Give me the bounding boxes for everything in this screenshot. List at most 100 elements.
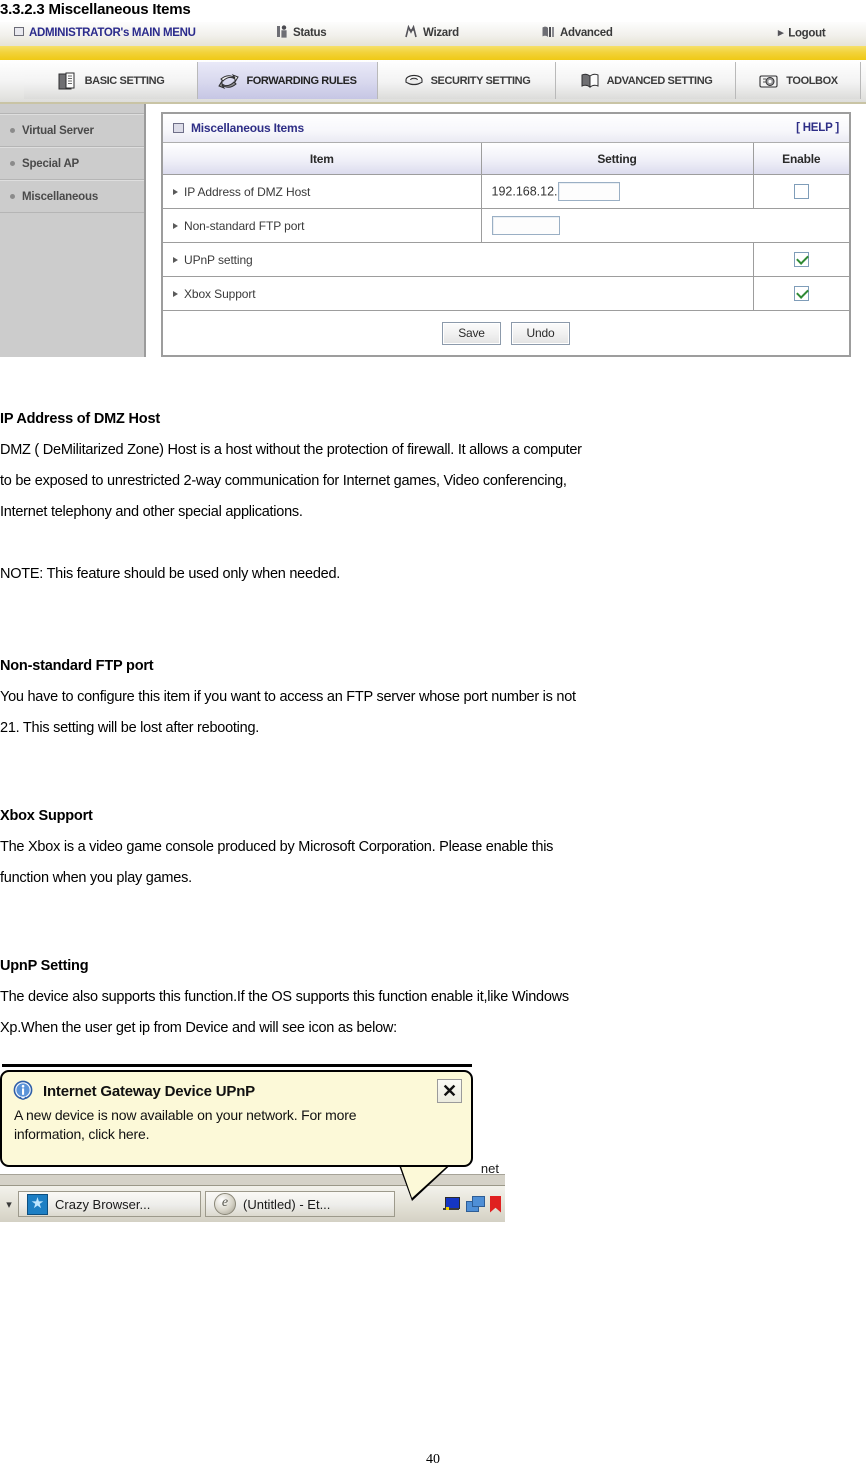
column-header-item: Item bbox=[163, 143, 481, 175]
sidebar-item-virtual-server-label: Virtual Server bbox=[22, 125, 94, 137]
section-line: 21. This setting will be lost after rebo… bbox=[0, 713, 866, 744]
column-header-setting: Setting bbox=[481, 143, 753, 175]
row-label-text: UPnP setting bbox=[184, 253, 253, 267]
internet-explorer-icon bbox=[214, 1193, 236, 1215]
column-header-enable: Enable bbox=[753, 143, 849, 175]
nav-logout[interactable]: ▸ Logout bbox=[778, 25, 825, 43]
row-enable-dmz-host bbox=[753, 175, 849, 209]
tab-toolbox[interactable]: TOOLBOX bbox=[736, 62, 861, 99]
router-tab-bar: BASIC SETTING FORWARDING RULES SECURITY … bbox=[0, 60, 866, 104]
row-label-xbox: Xbox Support bbox=[163, 277, 753, 311]
tab-forwarding-rules[interactable]: FORWARDING RULES bbox=[198, 62, 378, 99]
taskbar-button-crazy-browser[interactable]: Crazy Browser... bbox=[18, 1191, 201, 1217]
bullet-icon bbox=[10, 194, 15, 199]
nav-logout-label: Logout bbox=[788, 28, 825, 40]
nav-main-menu[interactable]: ADMINISTRATOR's MAIN MENU bbox=[14, 25, 196, 42]
panel-button-row: Save Undo bbox=[163, 311, 849, 355]
section-line: to be exposed to unrestricted 2-way comm… bbox=[0, 466, 866, 497]
table-row: IP Address of DMZ Host 192.168.12. bbox=[163, 175, 849, 209]
row-setting-dmz-host: 192.168.12. bbox=[481, 175, 753, 209]
nav-wizard-label: Wizard bbox=[423, 27, 459, 39]
red-flag-icon[interactable] bbox=[490, 1196, 501, 1213]
row-setting-ftp-port bbox=[481, 209, 849, 243]
sidebar-item-virtual-server[interactable]: Virtual Server bbox=[0, 114, 144, 147]
help-link[interactable]: [ HELP ] bbox=[796, 122, 839, 134]
row-label-ftp-port: Non-standard FTP port bbox=[163, 209, 481, 243]
balloon-header: Internet Gateway Device UPnP ✕ bbox=[2, 1072, 471, 1103]
upnp-balloon-tooltip[interactable]: Internet Gateway Device UPnP ✕ A new dev… bbox=[0, 1070, 473, 1167]
row-label-text: Xbox Support bbox=[184, 287, 256, 301]
undo-button[interactable]: Undo bbox=[511, 322, 570, 345]
sidebar-item-miscellaneous[interactable]: Miscellaneous bbox=[0, 180, 144, 213]
section-ftp-port: Non-standard FTP port You have to config… bbox=[0, 651, 866, 744]
network-connections-icon[interactable] bbox=[466, 1196, 485, 1213]
router-content-area: Virtual Server Special AP Miscellaneous … bbox=[0, 104, 866, 362]
table-row: UPnP setting bbox=[163, 243, 849, 277]
section-heading: IP Address of DMZ Host bbox=[0, 404, 866, 435]
windows-upnp-notification-screenshot: net Internet Gateway Device UPnP ✕ A new… bbox=[0, 1062, 505, 1237]
tab-advanced-setting[interactable]: ADVANCED SETTING bbox=[556, 62, 736, 99]
section-heading: UpnP Setting bbox=[0, 951, 866, 982]
crazy-browser-icon bbox=[27, 1194, 48, 1215]
settings-table: Item Setting Enable IP Address of DMZ Ho… bbox=[163, 143, 849, 311]
dmz-host-enable-checkbox[interactable] bbox=[794, 184, 809, 199]
section-heading: Non-standard FTP port bbox=[0, 651, 866, 682]
save-button[interactable]: Save bbox=[442, 322, 501, 345]
nav-status[interactable]: Status bbox=[277, 25, 326, 42]
ftp-port-input[interactable] bbox=[492, 216, 560, 235]
taskbar-button-label: (Untitled) - Et... bbox=[243, 1197, 330, 1212]
section-line: You have to configure this item if you w… bbox=[0, 682, 866, 713]
section-note: NOTE: This feature should be used only w… bbox=[0, 559, 866, 590]
row-enable-upnp bbox=[753, 243, 849, 277]
section-line: The Xbox is a video game console produce… bbox=[0, 832, 866, 863]
person-icon bbox=[277, 25, 289, 38]
window-top-border bbox=[2, 1064, 472, 1067]
arrow-bullet-icon bbox=[173, 291, 178, 297]
section-line: Internet telephony and other special app… bbox=[0, 497, 866, 528]
table-header-row: Item Setting Enable bbox=[163, 143, 849, 175]
page-title: 3.3.2.3 Miscellaneous Items bbox=[0, 0, 191, 20]
arrow-bullet-icon bbox=[173, 189, 178, 195]
router-sidebar: Virtual Server Special AP Miscellaneous bbox=[0, 104, 146, 357]
chevron-right-icon: ▸ bbox=[778, 25, 783, 42]
arrow-bullet-icon bbox=[173, 223, 178, 229]
taskbar-button-label: Crazy Browser... bbox=[55, 1197, 150, 1212]
balloon-title: Internet Gateway Device UPnP bbox=[43, 1083, 255, 1100]
sidebar-item-special-ap[interactable]: Special AP bbox=[0, 147, 144, 180]
tab-basic-setting[interactable]: BASIC SETTING bbox=[24, 62, 198, 99]
upnp-enable-checkbox[interactable] bbox=[794, 252, 809, 267]
open-book-icon bbox=[579, 71, 601, 91]
tab-forwarding-rules-label: FORWARDING RULES bbox=[246, 75, 356, 87]
balloon-body-line: A new device is now available on your ne… bbox=[14, 1106, 457, 1125]
taskbar-button-untitled[interactable]: (Untitled) - Et... bbox=[205, 1191, 395, 1217]
dmz-host-input[interactable] bbox=[558, 182, 620, 201]
section-xbox-support: Xbox Support The Xbox is a video game co… bbox=[0, 801, 866, 894]
bullet-icon bbox=[10, 161, 15, 166]
nav-main-menu-label: ADMINISTRATOR's MAIN MENU bbox=[29, 27, 196, 39]
taskbar-scroll-arrow-icon[interactable]: ▾ bbox=[4, 1198, 14, 1211]
panel-header: Miscellaneous Items [ HELP ] bbox=[163, 114, 849, 143]
nav-status-label: Status bbox=[293, 27, 326, 39]
navbar-accent-stripe bbox=[0, 46, 866, 60]
router-top-navbar: ADMINISTRATOR's MAIN MENU Status Wizard … bbox=[0, 22, 866, 47]
documents-icon bbox=[57, 71, 79, 91]
arrow-bullet-icon bbox=[173, 257, 178, 263]
tab-advanced-setting-label: ADVANCED SETTING bbox=[607, 75, 713, 87]
tab-basic-setting-label: BASIC SETTING bbox=[85, 75, 165, 87]
section-upnp-setting: UpnP Setting The device also supports th… bbox=[0, 951, 866, 1044]
info-icon bbox=[12, 1080, 34, 1102]
row-label-upnp: UPnP setting bbox=[163, 243, 753, 277]
section-line: DMZ ( DeMilitarized Zone) Host is a host… bbox=[0, 435, 866, 466]
close-icon[interactable]: ✕ bbox=[437, 1079, 462, 1103]
book-icon bbox=[541, 25, 556, 38]
table-row: Non-standard FTP port bbox=[163, 209, 849, 243]
nav-advanced[interactable]: Advanced bbox=[541, 25, 613, 42]
bullet-icon bbox=[10, 128, 15, 133]
section-line: The device also supports this function.I… bbox=[0, 982, 866, 1013]
tab-security-setting-label: SECURITY SETTING bbox=[431, 75, 531, 87]
tab-security-setting[interactable]: SECURITY SETTING bbox=[378, 62, 556, 99]
nav-wizard[interactable]: Wizard bbox=[404, 25, 459, 42]
xbox-enable-checkbox[interactable] bbox=[794, 286, 809, 301]
row-label-text: Non-standard FTP port bbox=[184, 219, 304, 233]
paragraph-gap bbox=[0, 528, 866, 559]
